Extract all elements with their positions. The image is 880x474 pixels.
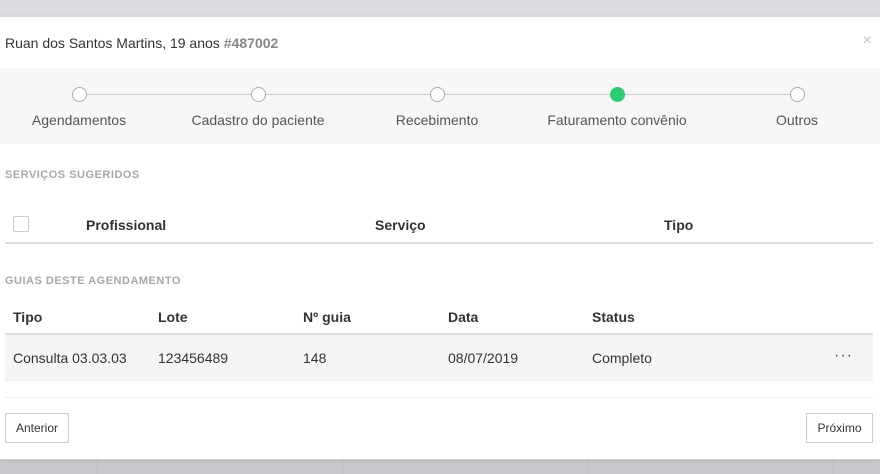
suggested-services-table: Profissional Serviço Tipo	[5, 207, 873, 244]
guides-section-label: GUIAS DESTE AGENDAMENTO	[5, 275, 181, 287]
column-header-tipo[interactable]: Tipo	[664, 217, 693, 233]
step-agendamentos[interactable]: Agendamentos	[0, 87, 169, 128]
step-cadastro-paciente[interactable]: Cadastro do paciente	[168, 87, 348, 128]
column-header-data[interactable]: Data	[448, 309, 478, 325]
step-dot	[789, 87, 805, 102]
step-label: Recebimento	[395, 112, 479, 128]
step-dot	[429, 87, 445, 102]
backdrop-divider	[833, 460, 834, 474]
select-all-checkbox[interactable]	[13, 216, 29, 232]
column-header-servico[interactable]: Serviço	[375, 217, 426, 233]
table-header: Tipo Lote Nº guia Data Status	[5, 301, 873, 335]
backdrop-divider	[588, 460, 589, 474]
step-label: Cadastro do paciente	[191, 112, 325, 128]
footer-divider	[5, 397, 873, 398]
step-recebimento[interactable]: Recebimento	[347, 87, 527, 128]
step-label: Outros	[775, 112, 818, 128]
table-row[interactable]: Consulta 03.03.03 123456489 148 08/07/20…	[5, 335, 873, 381]
step-dot	[71, 87, 87, 102]
backdrop-divider	[97, 460, 98, 474]
more-options-icon[interactable]: ···	[834, 347, 853, 365]
close-icon[interactable]: ×	[863, 33, 872, 49]
modal-title: Ruan dos Santos Martins, 19 anos #487002	[5, 35, 278, 51]
step-dot-active	[609, 87, 625, 102]
step-label: Agendamentos	[31, 112, 127, 128]
modal-header: Ruan dos Santos Martins, 19 anos #487002 …	[0, 17, 880, 68]
step-dot	[250, 87, 266, 102]
next-button[interactable]: Próximo	[806, 413, 873, 443]
cell-guia: 148	[303, 350, 327, 366]
column-header-guia[interactable]: Nº guia	[303, 309, 351, 325]
step-outros[interactable]: Outros	[707, 87, 880, 128]
suggested-services-label: SERVIÇOS SUGERIDOS	[5, 169, 140, 181]
appointment-code: #487002	[223, 34, 279, 51]
appointment-modal: Ruan dos Santos Martins, 19 anos #487002 …	[0, 17, 880, 459]
cell-status: Completo	[592, 350, 652, 366]
previous-button[interactable]: Anterior	[5, 413, 69, 443]
step-faturamento-convenio[interactable]: Faturamento convênio	[527, 87, 707, 128]
backdrop	[0, 460, 880, 474]
cell-data: 08/07/2019	[448, 350, 519, 366]
cell-tipo: Consulta 03.03.03	[13, 350, 127, 366]
column-header-tipo[interactable]: Tipo	[13, 309, 42, 325]
patient-name: Ruan dos Santos Martins, 19 anos	[5, 34, 220, 51]
guides-table: Tipo Lote Nº guia Data Status Consulta 0…	[5, 301, 873, 381]
cell-lote: 123456489	[158, 350, 229, 366]
step-label: Faturamento convênio	[547, 112, 687, 128]
column-header-profissional[interactable]: Profissional	[86, 217, 166, 233]
backdrop-divider	[342, 460, 343, 474]
progress-stepper: Agendamentos Cadastro do paciente Recebi…	[0, 68, 880, 144]
column-header-status[interactable]: Status	[592, 309, 635, 325]
column-header-lote[interactable]: Lote	[158, 309, 188, 325]
